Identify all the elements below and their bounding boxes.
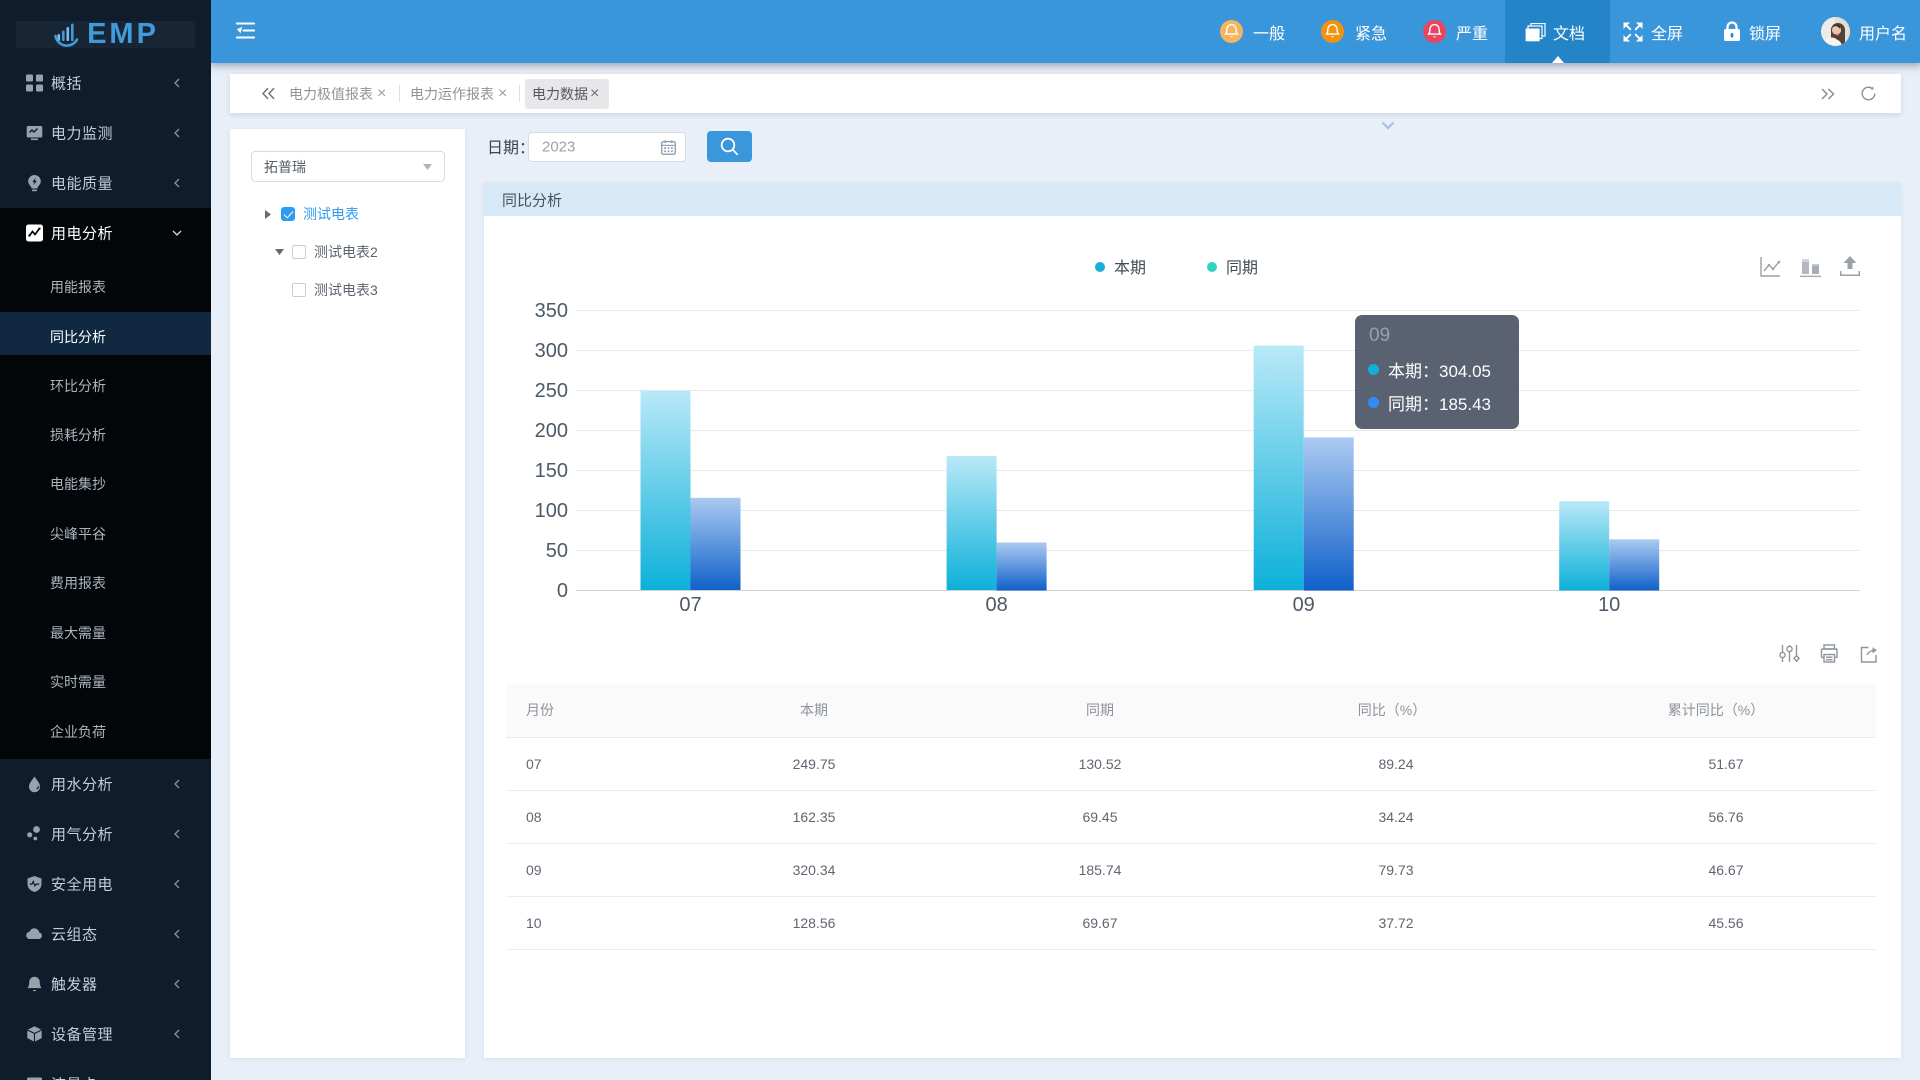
svg-text:300: 300: [535, 340, 568, 362]
svg-text:07: 07: [679, 594, 701, 616]
svg-text:0: 0: [557, 580, 568, 602]
svg-text:同期: 同期: [1226, 259, 1258, 277]
svg-text:10: 10: [1598, 594, 1620, 616]
svg-text:250: 250: [535, 380, 568, 402]
svg-text:100: 100: [535, 500, 568, 522]
svg-text:350: 350: [535, 300, 568, 322]
svg-text:09: 09: [1293, 594, 1315, 616]
svg-text:50: 50: [546, 540, 568, 562]
svg-text:150: 150: [535, 460, 568, 482]
svg-text:200: 200: [535, 420, 568, 442]
svg-text:本期: 本期: [1114, 259, 1146, 277]
svg-text:08: 08: [985, 594, 1007, 616]
